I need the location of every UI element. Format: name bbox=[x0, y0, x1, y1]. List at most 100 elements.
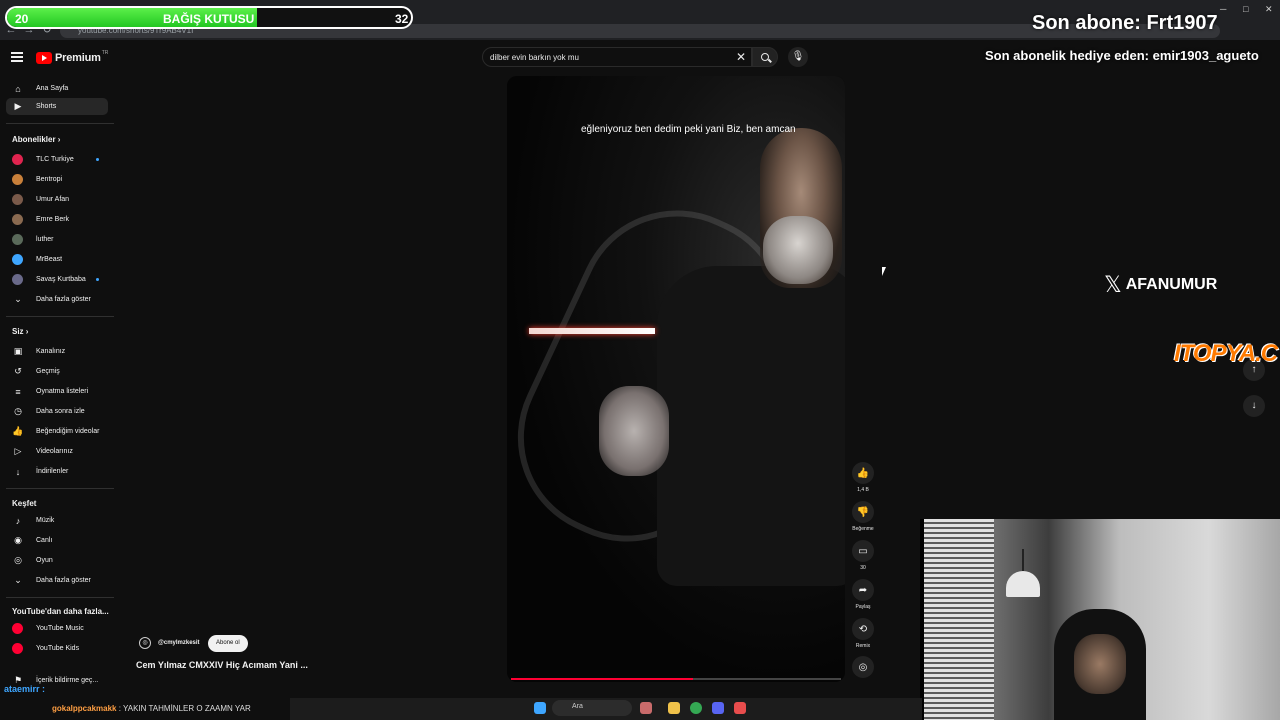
search-query: dilber evin barkın yok mu bbox=[490, 53, 579, 62]
sidebar-item-label: Beğendiğim videolar bbox=[36, 428, 100, 435]
channel-icon: ▣ bbox=[13, 346, 23, 356]
sidebar-item-subscription[interactable]: Savaş Kurtbaba bbox=[6, 271, 108, 288]
subscribe-button[interactable]: Abone ol bbox=[208, 635, 248, 652]
shorts-icon: ▶ bbox=[14, 101, 22, 111]
video-progress-bar[interactable] bbox=[511, 678, 841, 680]
download-icon: ↓ bbox=[15, 466, 21, 477]
search-button[interactable] bbox=[752, 47, 778, 67]
sidebar-item-label: Oyun bbox=[36, 557, 53, 564]
chevron-down-icon: ⌄ bbox=[14, 575, 22, 585]
folder-icon[interactable] bbox=[668, 702, 680, 714]
sidebar-item-label: Geçmiş bbox=[36, 368, 60, 375]
live-icon: ◉ bbox=[14, 535, 22, 545]
x-handle-overlay: 𝕏 AFANUMUR bbox=[1104, 272, 1217, 298]
donation-goal-bar: 20 BAĞIŞ KUTUSU 32 bbox=[5, 6, 413, 29]
show-more-explore[interactable]: ⌄ Daha fazla göster bbox=[6, 572, 108, 589]
avatar bbox=[12, 154, 23, 165]
last-subscriber: Son abone: Frt1907 bbox=[1032, 12, 1218, 34]
sidebar-item-your-videos[interactable]: ▷ Videolarınız bbox=[6, 443, 108, 460]
sound-source-button[interactable]: ◎ bbox=[851, 656, 875, 678]
webcam-feed bbox=[924, 519, 1280, 720]
video-icon: ▷ bbox=[14, 446, 22, 456]
taskbar-search-label: Ara bbox=[572, 703, 583, 710]
sidebar-item-gaming[interactable]: ◎ Oyun bbox=[6, 552, 108, 569]
sidebar-item-history[interactable]: ↺ Geçmiş bbox=[6, 363, 108, 380]
search-input[interactable]: dilber evin barkın yok mu ✕ bbox=[482, 47, 752, 67]
sidebar-item-shorts[interactable]: ▶ Shorts bbox=[6, 98, 108, 115]
maximize-icon[interactable]: □ bbox=[1243, 4, 1248, 14]
logo-country-badge: TR bbox=[101, 50, 109, 56]
youtube-premium-logo[interactable]: Premium TR bbox=[36, 50, 109, 65]
sidebar-item-label: Ana Sayfa bbox=[36, 85, 69, 92]
taskbar-app-icon[interactable] bbox=[734, 702, 746, 714]
sidebar-item-label: Umur Afan bbox=[36, 196, 70, 203]
sidebar-item-label: Shorts bbox=[36, 103, 57, 110]
comments-button[interactable]: ▭ 30 bbox=[851, 540, 875, 571]
sidebar-item-label: YouTube Music bbox=[36, 625, 84, 632]
webcam-window-blind bbox=[924, 519, 994, 720]
remix-button[interactable]: ⟲ Remix bbox=[851, 618, 875, 649]
sidebar-item-label: Savaş Kurtbaba bbox=[36, 276, 86, 283]
sidebar-item-channel[interactable]: ▣ Kanalınız bbox=[6, 343, 108, 360]
sidebar-divider bbox=[6, 316, 114, 317]
webcam-lamp-arm bbox=[1022, 549, 1024, 573]
sidebar-item-subscription[interactable]: Umur Afan bbox=[6, 191, 108, 208]
sidebar-item-youtube-music[interactable]: YouTube Music bbox=[6, 620, 108, 637]
chevron-down-icon: ⌄ bbox=[14, 294, 22, 304]
chat-message: gokalppcakmakk : YAKIN TAHMİNLER O ZAAMN… bbox=[52, 704, 251, 713]
sidebar-item-label: Emre Berk bbox=[36, 216, 70, 223]
minimize-icon[interactable]: ─ bbox=[1220, 4, 1226, 14]
sidebar-item-youtube-kids[interactable]: YouTube Kids bbox=[6, 640, 108, 657]
you-heading[interactable]: Siz › bbox=[12, 327, 28, 336]
sidebar-item-live[interactable]: ◉ Canlı bbox=[6, 532, 108, 549]
remix-icon: ⟲ bbox=[852, 618, 874, 640]
channel-handle[interactable]: @cmylmzkesit bbox=[158, 640, 200, 646]
sidebar-item-label: Müzik bbox=[36, 517, 55, 524]
sidebar-item-label: Daha fazla göster bbox=[36, 577, 91, 584]
discord-icon[interactable] bbox=[712, 702, 724, 714]
share-icon: ➦ bbox=[852, 579, 874, 601]
sidebar-item-subscription[interactable]: luther bbox=[6, 231, 108, 248]
sidebar-item-subscription[interactable]: TLC Turkiye bbox=[6, 151, 108, 168]
thumbs-up-icon: 👍 bbox=[852, 462, 874, 484]
sidebar-divider bbox=[6, 123, 114, 124]
show-more-subscriptions[interactable]: ⌄ Daha fazla göster bbox=[6, 291, 108, 308]
taskbar-app-icon[interactable] bbox=[640, 702, 652, 714]
youtube-play-icon bbox=[36, 52, 52, 64]
avatar bbox=[12, 194, 23, 205]
avatar bbox=[12, 254, 23, 265]
shorts-video-player[interactable]: ✕ eğleniyoruz ben dedim peki yani Biz, b… bbox=[507, 76, 845, 682]
chat-username: ataemirr : bbox=[4, 684, 46, 694]
taskbar-search[interactable]: Ara bbox=[552, 700, 632, 716]
sidebar-item-subscription[interactable]: Emre Berk bbox=[6, 211, 108, 228]
sidebar-item-label: MrBeast bbox=[36, 256, 63, 263]
like-count: 1,4 B bbox=[857, 487, 869, 493]
chat-username: gokalppcakmakk bbox=[52, 704, 117, 713]
webcam-lamp bbox=[1006, 571, 1040, 597]
youtube-music-icon bbox=[12, 623, 23, 634]
sidebar-item-music[interactable]: ♪ Müzik bbox=[6, 512, 108, 529]
dislike-button[interactable]: 👎 Beğenme bbox=[851, 501, 875, 532]
sidebar-item-liked-videos[interactable]: 👍 Beğendiğim videolar bbox=[6, 423, 108, 440]
sidebar-item-subscription[interactable]: Bentropi bbox=[6, 171, 108, 188]
clear-search-icon[interactable]: ✕ bbox=[736, 50, 746, 64]
channel-avatar[interactable]: ◎ bbox=[139, 637, 151, 649]
chrome-icon[interactable] bbox=[690, 702, 702, 714]
sidebar-item-subscription[interactable]: MrBeast bbox=[6, 251, 108, 268]
sidebar-item-watch-later[interactable]: ◷ Daha sonra izle bbox=[6, 403, 108, 420]
like-button[interactable]: 👍 1,4 B bbox=[851, 462, 875, 493]
menu-icon[interactable] bbox=[11, 52, 23, 62]
sidebar-item-downloads[interactable]: ↓ İndirilenler bbox=[6, 463, 108, 480]
windows-start-icon[interactable] bbox=[534, 702, 546, 714]
sidebar-item-label: İndirilenler bbox=[36, 468, 69, 475]
video-title[interactable]: Cem Yılmaz CMXXIV Hiç Acımam Yani ... bbox=[136, 660, 308, 670]
sidebar-item-playlists[interactable]: ≡ Oynatma listeleri bbox=[6, 383, 108, 400]
close-window-icon[interactable]: ✕ bbox=[1265, 4, 1273, 15]
subscriptions-heading[interactable]: Abonelikler › bbox=[12, 135, 60, 144]
sidebar-item-label: TLC Turkiye bbox=[36, 156, 74, 163]
sidebar-item-label: Bentropi bbox=[36, 176, 63, 183]
voice-search-icon[interactable]: 🎙 bbox=[788, 47, 808, 67]
share-button[interactable]: ➦ Paylaş bbox=[851, 579, 875, 610]
sidebar-item-home[interactable]: ⌂ Ana Sayfa bbox=[6, 80, 108, 97]
next-short-button[interactable]: ↓ bbox=[1243, 395, 1265, 417]
